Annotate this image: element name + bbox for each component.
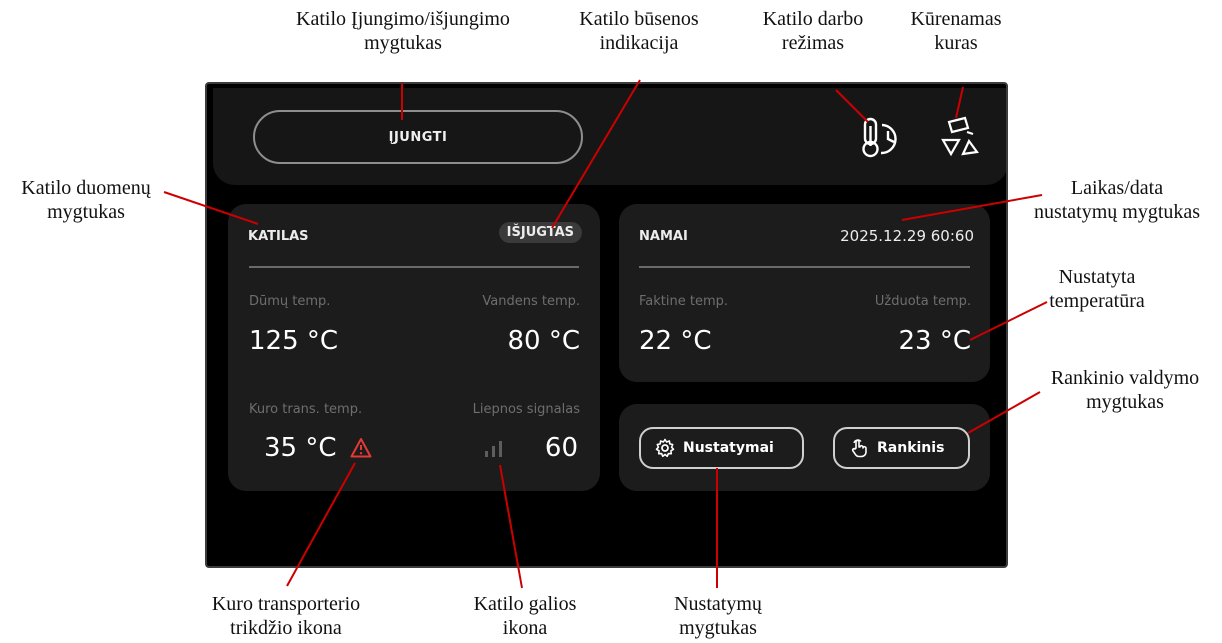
annotation-datetime-button: Laikas/data nustatymų mygtukas xyxy=(1033,177,1201,223)
line-conveyor-fault xyxy=(286,462,356,587)
annotation-lines xyxy=(163,79,1048,589)
annotation-settings-button: Nustatymų mygtukas xyxy=(674,593,762,639)
annotation-manual-button: Rankinio valdymo mygtukas xyxy=(1050,367,1200,413)
annotation-set-temperature: Nustatyta temperatūra xyxy=(1049,266,1145,312)
line-fuel xyxy=(955,86,964,119)
annotation-fuel: Kūrenamas kuras xyxy=(910,8,1002,54)
line-power-icon xyxy=(499,464,523,589)
line-work-mode xyxy=(835,89,869,123)
annotation-conveyor-fault-icon: Kuro transporterio trikdžio ikona xyxy=(211,593,361,639)
annotation-power-icon: Katilo galios ikona xyxy=(473,593,577,639)
annotation-boiler-data-button: Katilo duomenų mygtukas xyxy=(21,177,151,223)
annotation-work-mode: Katilo darbo režimas xyxy=(762,8,864,54)
line-status-indication xyxy=(551,79,641,229)
annotation-power-button: Katilo Įjungimo/išjungimo mygtukas xyxy=(296,8,510,54)
annotation-status-indication: Katilo būsenos indikacija xyxy=(579,8,699,54)
line-boiler-data xyxy=(163,191,259,225)
